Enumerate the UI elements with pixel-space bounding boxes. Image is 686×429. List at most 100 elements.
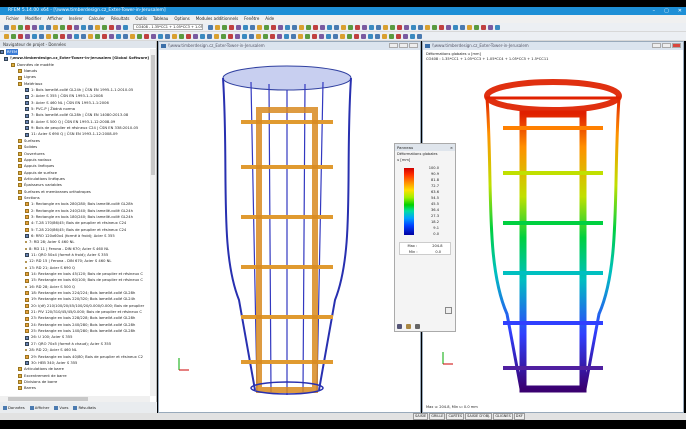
menu-item[interactable]: Résultats	[111, 15, 129, 23]
toolbar-button-icon[interactable]	[341, 24, 346, 30]
toolbar-button-icon[interactable]	[411, 24, 416, 30]
toolbar-button-icon[interactable]	[186, 33, 191, 39]
toolbar-button-icon[interactable]	[348, 24, 353, 30]
status-toggle[interactable]: DXF	[513, 413, 525, 420]
toolbar-button-icon[interactable]	[291, 33, 296, 39]
toolbar-button-icon[interactable]	[326, 33, 331, 39]
toolbar-button-icon[interactable]	[165, 33, 170, 39]
toolbar-button-icon[interactable]	[67, 24, 72, 30]
navigator-tab[interactable]: Afficher	[29, 405, 49, 410]
toolbar-button-icon[interactable]	[32, 24, 37, 30]
toolbar-button-icon[interactable]	[250, 24, 255, 30]
toolbar-button-icon[interactable]	[271, 24, 276, 30]
toolbar-button-icon[interactable]	[361, 33, 366, 39]
restore-button[interactable]	[399, 43, 408, 48]
toolbar-button-icon[interactable]	[340, 33, 345, 39]
toolbar-button-icon[interactable]	[327, 24, 332, 30]
toolbar-button-icon[interactable]	[334, 24, 339, 30]
toolbar-button-icon[interactable]	[285, 24, 290, 30]
toolbar-button-icon[interactable]	[228, 33, 233, 39]
scroll-thumb[interactable]	[8, 397, 88, 401]
toolbar-button-icon[interactable]	[11, 24, 16, 30]
minimize-button[interactable]: –	[653, 7, 656, 15]
toolbar-button-icon[interactable]	[299, 24, 304, 30]
toolbar-button-icon[interactable]	[446, 24, 451, 30]
menu-item[interactable]: Tableau	[153, 15, 168, 23]
toolbar-button-icon[interactable]	[46, 24, 51, 30]
tower-model-3d[interactable]	[159, 50, 420, 412]
toolbar-button-icon[interactable]	[404, 24, 409, 30]
toolbar-button-icon[interactable]	[74, 33, 79, 39]
toolbar-button-icon[interactable]	[312, 33, 317, 39]
menu-item[interactable]: Calculer	[89, 15, 105, 23]
toolbar-button-icon[interactable]	[60, 24, 65, 30]
toolbar-button-icon[interactable]	[362, 24, 367, 30]
toolbar-button-icon[interactable]	[389, 33, 394, 39]
toolbar-button-icon[interactable]	[81, 33, 86, 39]
toolbar-button-icon[interactable]	[319, 33, 324, 39]
toolbar-button-icon[interactable]	[137, 33, 142, 39]
toolbar-button-icon[interactable]	[417, 33, 422, 39]
toolbar-button-icon[interactable]	[88, 24, 93, 30]
toolbar-button-icon[interactable]	[354, 33, 359, 39]
toolbar-button-icon[interactable]	[208, 24, 213, 30]
status-toggle[interactable]: GLIGNES	[493, 413, 513, 420]
tree-item[interactable]: Barres	[0, 385, 150, 391]
toolbar-button-icon[interactable]	[298, 33, 303, 39]
toolbar-button-icon[interactable]	[215, 24, 220, 30]
toolbar-button-icon[interactable]	[256, 33, 261, 39]
toolbar-button-icon[interactable]	[39, 33, 44, 39]
toolbar-button-icon[interactable]	[410, 33, 415, 39]
toolbar-button-icon[interactable]	[320, 24, 325, 30]
panel-filter-icon[interactable]	[415, 324, 420, 329]
toolbar-button-icon[interactable]	[397, 24, 402, 30]
toolbar-button-icon[interactable]	[179, 33, 184, 39]
toolbar-button-icon[interactable]	[347, 33, 352, 39]
toolbar-button-icon[interactable]	[222, 24, 227, 30]
toolbar-button-icon[interactable]	[439, 24, 444, 30]
toolbar-button-icon[interactable]	[109, 24, 114, 30]
toolbar-button-icon[interactable]	[396, 33, 401, 39]
toolbar-button-icon[interactable]	[257, 24, 262, 30]
toolbar-button-icon[interactable]	[376, 24, 381, 30]
scroll-thumb[interactable]	[151, 55, 155, 175]
toolbar-button-icon[interactable]	[403, 33, 408, 39]
toolbar-button-icon[interactable]	[39, 24, 44, 30]
toolbar-button-icon[interactable]	[383, 24, 388, 30]
close-icon[interactable]: ×	[450, 144, 453, 151]
toolbar-button-icon[interactable]	[243, 24, 248, 30]
close-button[interactable]	[672, 43, 681, 48]
toolbar-button-icon[interactable]	[242, 33, 247, 39]
toolbar-button-icon[interactable]	[495, 24, 500, 30]
right-view-window[interactable]: \\www.timberdesign.cz_Exter-Tower-in-Jer…	[422, 41, 684, 413]
toolbar-button-icon[interactable]	[306, 24, 311, 30]
toolbar-button-icon[interactable]	[382, 33, 387, 39]
load-combination-select[interactable]: CO408 - 1.35*CC1 + 1.05*CC3 + 1.05*C	[133, 24, 203, 30]
menu-item[interactable]: Outils	[135, 15, 147, 23]
menu-item[interactable]: Afficher	[47, 15, 62, 23]
toolbar-button-icon[interactable]	[236, 24, 241, 30]
toolbar-button-icon[interactable]	[305, 33, 310, 39]
menu-item[interactable]: Fenêtre	[244, 15, 259, 23]
toolbar-button-icon[interactable]	[46, 33, 51, 39]
toolbar-button-icon[interactable]	[95, 33, 100, 39]
toolbar-button-icon[interactable]	[432, 24, 437, 30]
toolbar-button-icon[interactable]	[249, 33, 254, 39]
status-toggle[interactable]: SAISIE D'OBJ.	[465, 413, 493, 420]
navigator-tab[interactable]: Résultats	[73, 405, 96, 410]
toolbar-button-icon[interactable]	[270, 33, 275, 39]
toolbar-button-icon[interactable]	[32, 33, 37, 39]
deformation-model-3d[interactable]	[423, 64, 683, 404]
toolbar-button-icon[interactable]	[207, 33, 212, 39]
toolbar-button-icon[interactable]	[369, 24, 374, 30]
toolbar-button-icon[interactable]	[60, 33, 65, 39]
toolbar-button-icon[interactable]	[425, 24, 430, 30]
left-view-window[interactable]: \\www.timberdesign.cz_Exter-Tower-in-Jer…	[158, 41, 421, 413]
zoom-icon[interactable]	[445, 307, 452, 314]
menu-item[interactable]: Insérer	[69, 15, 83, 23]
toolbar-button-icon[interactable]	[81, 24, 86, 30]
vertical-scrollbar[interactable]	[150, 49, 156, 396]
toolbar-button-icon[interactable]	[4, 24, 9, 30]
toolbar-button-icon[interactable]	[158, 33, 163, 39]
toolbar-button-icon[interactable]	[333, 33, 338, 39]
